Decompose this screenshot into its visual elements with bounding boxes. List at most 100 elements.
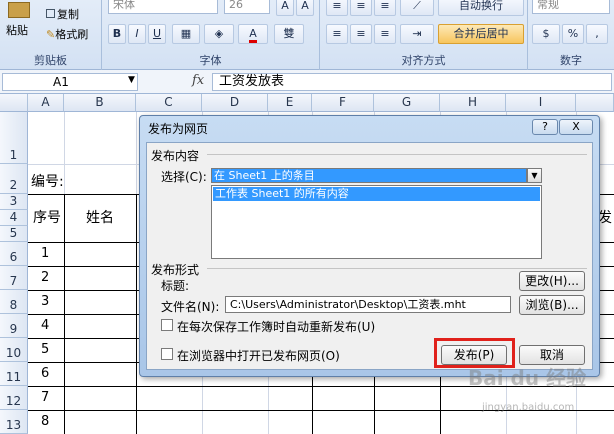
column-header-g[interactable]: G <box>374 94 440 112</box>
align-middle-button[interactable]: ≡ <box>350 0 372 16</box>
row-header-5[interactable]: 5 <box>0 226 28 242</box>
row-header-8[interactable]: 8 <box>0 290 28 314</box>
row-header-11[interactable]: 11 <box>0 362 28 386</box>
row-header-10[interactable]: 10 <box>0 338 28 362</box>
clipboard-group-label: 剪贴板 <box>34 54 67 67</box>
underline-button[interactable]: U <box>148 24 166 44</box>
align-bottom-icon: ≡ <box>380 0 390 12</box>
shrink-font-button[interactable]: A <box>296 0 314 16</box>
column-header-a[interactable]: A <box>28 94 64 112</box>
align-top-icon: ≡ <box>332 0 342 12</box>
row-header-1[interactable]: 1 <box>0 112 28 164</box>
orientation-button[interactable]: ⟋ <box>400 0 434 16</box>
dialog-title: 发布为网页 <box>148 122 209 136</box>
fill-bucket-icon: ◈ <box>214 27 224 40</box>
column-header-c[interactable]: C <box>136 94 202 112</box>
formula-bar: A1 ▼ fx 工资发放表 <box>0 70 614 94</box>
column-header-i[interactable]: I <box>506 94 576 112</box>
row-header-3[interactable]: 3 <box>0 194 28 210</box>
column-header-f[interactable]: F <box>312 94 374 112</box>
cell-number-label: 编号: <box>31 174 64 190</box>
insert-function-icon[interactable]: fx <box>192 73 204 88</box>
close-button[interactable]: X <box>559 119 593 135</box>
indent-button[interactable]: ⇥ <box>400 24 434 44</box>
font-group: 宋体 26 A A B I U ▦ ◈ A 雙 字体 <box>102 0 320 70</box>
font-color-button[interactable]: A <box>238 24 268 44</box>
comma-button[interactable]: , <box>586 24 608 44</box>
publish-as-webpage-dialog: 发布为网页 ? X 发布内容 选择(C): 在 Sheet1 上的条目 ▼ 工作… <box>139 115 600 377</box>
alignment-group-label: 对齐方式 <box>401 54 446 67</box>
currency-button[interactable]: $ <box>532 24 560 44</box>
column-header-b[interactable]: B <box>64 94 136 112</box>
filename-input[interactable]: C:\Users\Administrator\Desktop\工资表.mht <box>225 296 511 313</box>
font-color-icon: A <box>249 27 257 43</box>
autorepublish-checkbox[interactable] <box>161 319 173 331</box>
select-dropdown[interactable]: 在 Sheet1 上的条目 <box>211 168 527 183</box>
baidu-watermark-url: jingyan.baidu.com <box>482 402 575 413</box>
name-box[interactable]: A1 <box>2 73 138 91</box>
wrap-text-button[interactable]: 自动换行 <box>438 0 524 16</box>
filename-label: 文件名(N): <box>161 300 220 314</box>
orientation-icon: ⟋ <box>413 0 421 12</box>
fill-color-button[interactable]: ◈ <box>204 24 234 44</box>
phonetic-button[interactable]: 雙 <box>274 24 304 44</box>
column-header-j[interactable] <box>576 94 614 112</box>
column-header-d[interactable]: D <box>202 94 268 112</box>
font-size-combo[interactable]: 26 <box>224 0 270 14</box>
column-header-h[interactable]: H <box>440 94 506 112</box>
name-box-dropdown-icon[interactable]: ▼ <box>128 75 135 85</box>
change-button[interactable]: 更改(H)... <box>519 271 585 291</box>
font-group-label: 字体 <box>199 54 222 67</box>
row-header-6[interactable]: 6 <box>0 242 28 266</box>
dropdown-arrow-icon[interactable]: ▼ <box>527 168 542 183</box>
row-header-7[interactable]: 7 <box>0 266 28 290</box>
section-form-heading: 发布形式 <box>151 263 200 277</box>
seq-7: 7 <box>41 390 50 405</box>
row-header-13[interactable]: 13 <box>0 410 28 434</box>
font-name-combo[interactable]: 宋体 <box>108 0 218 14</box>
currency-icon: $ <box>542 27 550 40</box>
section-divider <box>207 154 587 155</box>
open-in-browser-label: 在浏览器中打开已发布网页(O) <box>177 349 340 363</box>
align-bottom-button[interactable]: ≡ <box>374 0 396 16</box>
help-button[interactable]: ? <box>532 119 558 135</box>
number-format-combo[interactable]: 常规 <box>532 0 610 14</box>
paste-button[interactable]: 粘贴 <box>6 22 28 38</box>
title-label: 标题: <box>161 279 190 293</box>
browse-button[interactable]: 浏览(B)... <box>519 295 585 315</box>
grow-font-button[interactable]: A <box>276 0 294 16</box>
seq-5: 5 <box>41 342 50 357</box>
dialog-body: 发布内容 选择(C): 在 Sheet1 上的条目 ▼ 工作表 Sheet1 的… <box>146 142 593 370</box>
border-button[interactable]: ▦ <box>172 24 200 44</box>
select-label: 选择(C): <box>161 170 207 184</box>
select-all-corner[interactable] <box>0 94 28 112</box>
list-item[interactable]: 工作表 Sheet1 的所有内容 <box>213 187 540 201</box>
content-listbox[interactable]: 工作表 Sheet1 的所有内容 <box>211 185 542 259</box>
row-header-9[interactable]: 9 <box>0 314 28 338</box>
column-header-e[interactable]: E <box>268 94 312 112</box>
row-header-2[interactable]: 2 <box>0 164 28 194</box>
format-painter-button[interactable]: ✎格式刷 <box>46 26 88 42</box>
align-right-button[interactable]: ≡ <box>374 24 396 44</box>
alignment-group: ≡ ≡ ≡ ⟋ 自动换行 ≡ ≡ ≡ ⇥ 合并后居中 对齐方式 <box>320 0 528 70</box>
open-in-browser-checkbox[interactable] <box>161 348 173 360</box>
bold-button[interactable]: B <box>108 24 126 44</box>
row-header-4[interactable]: 4 <box>0 210 28 226</box>
header-cut-right: 发 <box>598 210 612 226</box>
baidu-watermark: Bai du 经验 <box>468 366 587 390</box>
border-icon: ▦ <box>180 27 192 40</box>
percent-button[interactable]: % <box>562 24 584 44</box>
align-middle-icon: ≡ <box>356 0 366 12</box>
seq-2: 2 <box>41 270 50 285</box>
row-header-12[interactable]: 12 <box>0 386 28 410</box>
autorepublish-label: 在每次保存工作簿时自动重新发布(U) <box>177 320 376 334</box>
paste-icon[interactable] <box>8 2 30 18</box>
align-center-button[interactable]: ≡ <box>350 24 372 44</box>
formula-input[interactable]: 工资发放表 <box>212 73 612 91</box>
align-top-button[interactable]: ≡ <box>326 0 348 16</box>
align-left-button[interactable]: ≡ <box>326 24 348 44</box>
italic-button[interactable]: I <box>128 24 146 44</box>
copy-button[interactable]: 复制 <box>46 6 79 22</box>
merge-center-button[interactable]: 合并后居中 <box>438 24 524 44</box>
section-divider <box>207 268 587 269</box>
